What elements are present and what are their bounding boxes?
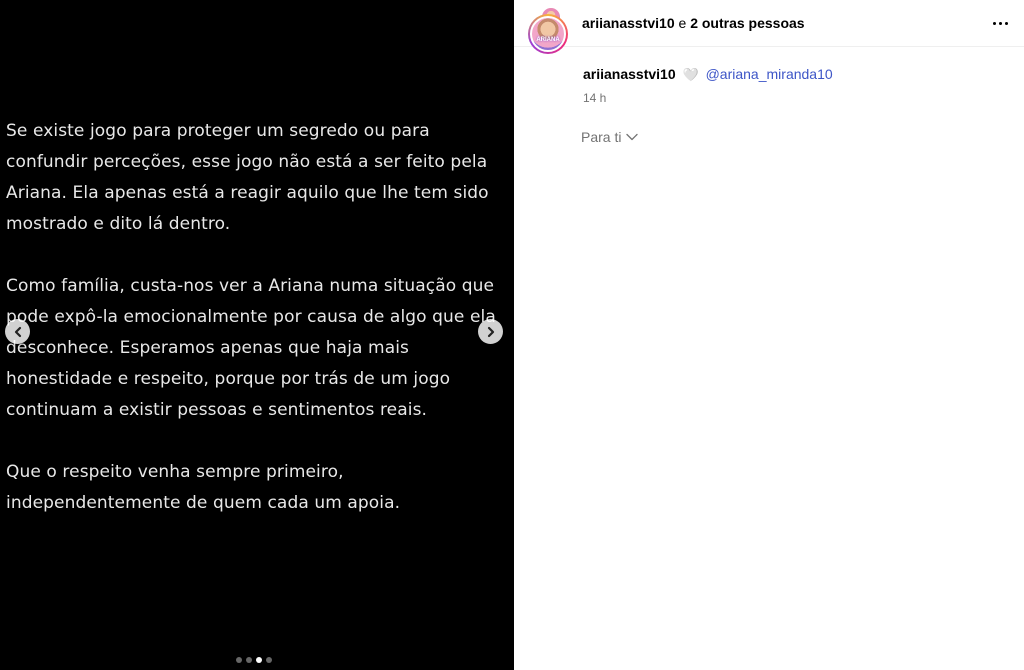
heart-emoji: 🤍 xyxy=(682,67,699,82)
more-options-icon[interactable] xyxy=(990,13,1010,33)
carousel-dot xyxy=(266,657,272,663)
post-paragraph-1: Se existe jogo para proteger um segredo … xyxy=(6,121,489,234)
post-text: Se existe jogo para proteger um segredo … xyxy=(6,116,514,550)
post-header: ariianasstvi10 e 2 outras pessoas xyxy=(514,0,1024,47)
translation-dropdown[interactable]: Para ti xyxy=(581,129,639,145)
avatar-label: ARIANA xyxy=(536,37,560,43)
carousel-prev-button[interactable] xyxy=(5,319,30,344)
carousel-indicator xyxy=(236,657,272,663)
carousel-dot xyxy=(236,657,242,663)
author-connector: e xyxy=(678,15,687,31)
caption-text: ariianasstvi10 🤍 @ariana_miranda10 xyxy=(583,66,833,83)
caption-avatar[interactable]: ARIANA xyxy=(528,14,568,54)
post-side-panel: ariianasstvi10 e 2 outras pessoas ARIANA… xyxy=(514,0,1024,670)
other-authors-link[interactable]: 2 outras pessoas xyxy=(690,15,804,31)
carousel-dot-active xyxy=(256,657,262,663)
post-paragraph-2: Como família, custa-nos ver a Ariana num… xyxy=(6,276,496,420)
post-timestamp[interactable]: 14 h xyxy=(583,91,606,105)
author-username-link[interactable]: ariianasstvi10 xyxy=(582,15,675,31)
carousel-next-button[interactable] xyxy=(478,319,503,344)
post-paragraph-3: Que o respeito venha sempre primeiro, in… xyxy=(6,462,401,513)
post-media: Se existe jogo para proteger um segredo … xyxy=(0,0,514,670)
translation-label: Para ti xyxy=(581,129,622,145)
chevron-left-icon xyxy=(14,326,21,337)
chevron-down-icon xyxy=(626,133,639,141)
post-authors: ariianasstvi10 e 2 outras pessoas xyxy=(582,15,805,31)
caption-username-link[interactable]: ariianasstvi10 xyxy=(583,66,676,82)
mention-link[interactable]: @ariana_miranda10 xyxy=(706,66,833,82)
carousel-dot xyxy=(246,657,252,663)
chevron-right-icon xyxy=(487,326,494,337)
